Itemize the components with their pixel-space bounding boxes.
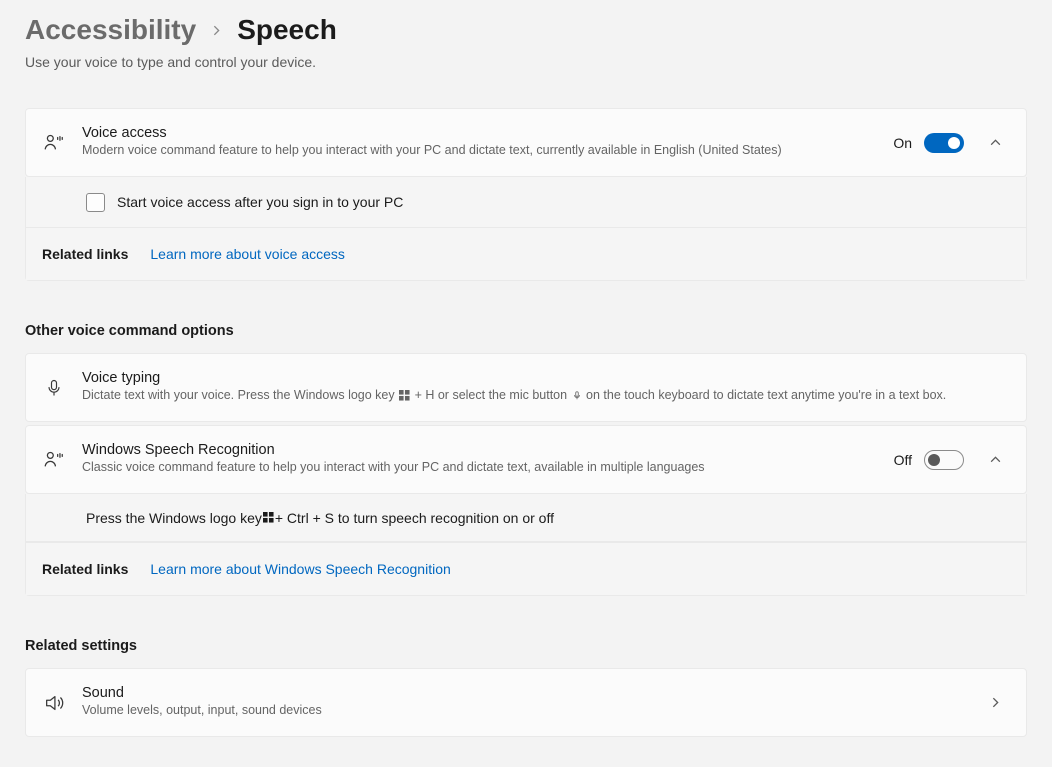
wsr-shortcut-hint: Press the Windows logo key + Ctrl + S to… [25, 494, 1027, 542]
chevron-up-icon[interactable] [980, 453, 1010, 466]
voice-access-title: Voice access [82, 125, 877, 141]
breadcrumb-current: Speech [237, 14, 337, 46]
mic-inline-icon [572, 390, 582, 401]
windows-logo-icon [399, 390, 410, 401]
voice-access-icon [42, 132, 66, 154]
wsr-title: Windows Speech Recognition [82, 442, 878, 458]
wsr-toggle[interactable] [924, 450, 964, 470]
voice-access-row[interactable]: Voice access Modern voice command featur… [26, 109, 1026, 176]
sound-title: Sound [82, 685, 964, 701]
breadcrumb: Accessibility Speech [25, 14, 1027, 46]
start-after-signin-checkbox[interactable] [86, 193, 105, 212]
related-settings-heading: Related settings [25, 638, 1027, 654]
page-description: Use your voice to type and control your … [25, 54, 1027, 70]
chevron-right-icon[interactable] [980, 696, 1010, 709]
wsr-toggle-label: Off [894, 452, 912, 468]
breadcrumb-parent[interactable]: Accessibility [25, 14, 196, 46]
voice-access-related-links: Related links Learn more about voice acc… [26, 227, 1026, 280]
chevron-up-icon[interactable] [980, 136, 1010, 149]
voice-typing-subtitle: Dictate text with your voice. Press the … [82, 387, 1010, 405]
wsr-icon [42, 449, 66, 471]
voice-typing-title: Voice typing [82, 370, 1010, 386]
wsr-related-links: Related links Learn more about Windows S… [26, 542, 1026, 595]
voice-access-toggle-label: On [893, 135, 912, 151]
sound-row[interactable]: Sound Volume levels, output, input, soun… [26, 669, 1026, 736]
wsr-subtitle: Classic voice command feature to help yo… [82, 459, 878, 477]
sound-icon [42, 692, 66, 714]
sound-subtitle: Volume levels, output, input, sound devi… [82, 702, 964, 720]
voice-access-subtitle: Modern voice command feature to help you… [82, 142, 877, 160]
wsr-learn-more-link[interactable]: Learn more about Windows Speech Recognit… [150, 561, 450, 577]
voice-access-toggle[interactable] [924, 133, 964, 153]
chevron-right-icon [210, 24, 223, 40]
start-after-signin-label: Start voice access after you sign in to … [117, 194, 403, 210]
other-options-heading: Other voice command options [25, 323, 1027, 339]
wsr-row[interactable]: Windows Speech Recognition Classic voice… [26, 426, 1026, 493]
start-after-signin-row[interactable]: Start voice access after you sign in to … [26, 177, 1026, 227]
related-links-label: Related links [42, 561, 128, 577]
mic-icon [42, 378, 66, 398]
related-links-label: Related links [42, 246, 128, 262]
voice-typing-row[interactable]: Voice typing Dictate text with your voic… [26, 354, 1026, 421]
windows-logo-icon [263, 512, 274, 523]
voice-access-learn-more-link[interactable]: Learn more about voice access [150, 246, 345, 262]
